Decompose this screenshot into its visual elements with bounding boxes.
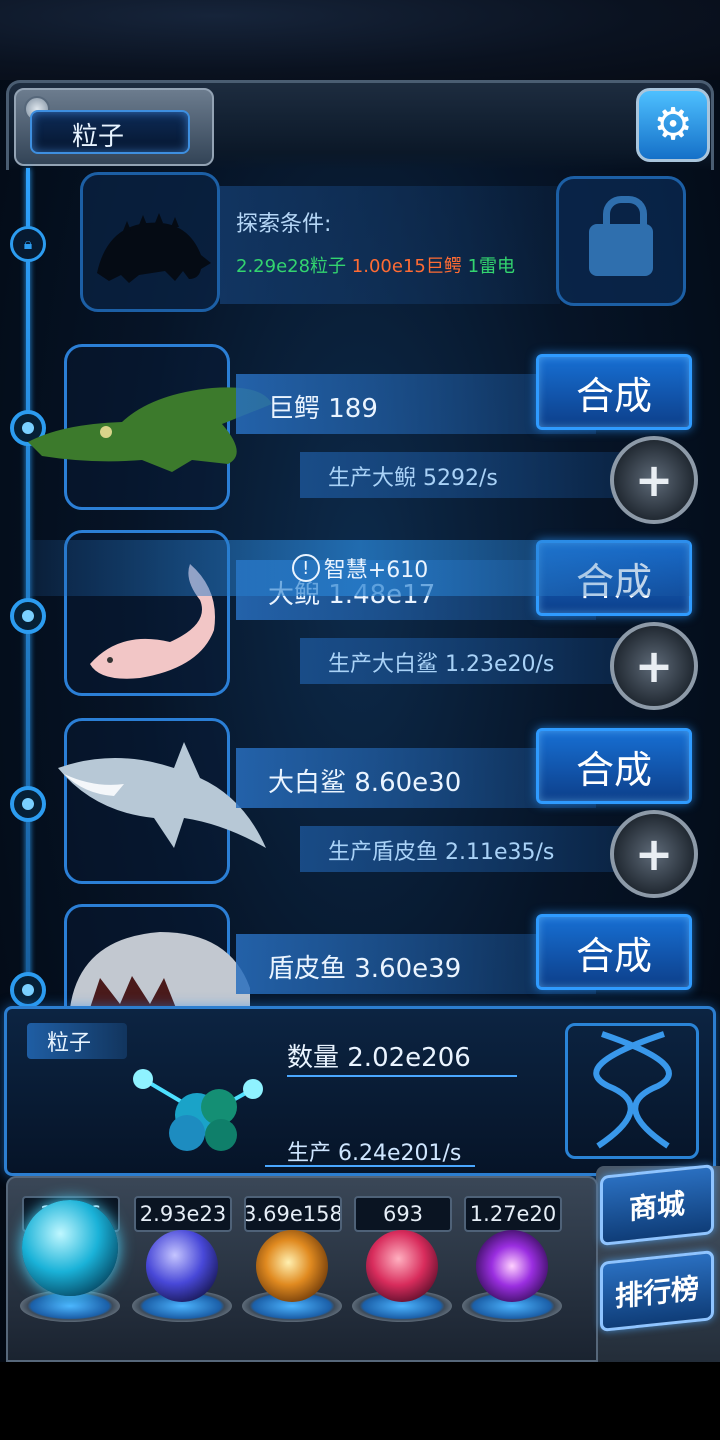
tab-value-galaxy: 3.69e158 (244, 1196, 342, 1232)
creature-production: 生产大鲵 5292/s (328, 466, 498, 491)
locked-creature-row: 探索条件: 2.29e28粒子 1.00e15巨鳄 1雷电 (80, 172, 690, 312)
settings-button[interactable]: ⚙ (636, 88, 710, 162)
add-button[interactable]: + (610, 810, 698, 898)
synthesize-button[interactable]: 合成 (536, 354, 692, 430)
rail-node (10, 786, 46, 822)
title-plate: 粒子 (14, 88, 214, 166)
tab-thunder-orb[interactable] (146, 1230, 218, 1302)
synthesize-button[interactable]: 合成 (536, 728, 692, 804)
req-thunder: 1雷电 (467, 256, 516, 277)
explore-lock-button[interactable] (556, 176, 686, 306)
shop-button[interactable]: 商城 (600, 1164, 714, 1246)
resource-panel: 粒子 数量 2.02e206 生产 6.24e201/s (4, 1006, 716, 1176)
rail-lock-icon: 🔒︎ (10, 226, 46, 262)
tab-value-vortex: 1.27e20 (464, 1196, 562, 1232)
add-button[interactable]: + (610, 436, 698, 524)
tab-vortex-orb[interactable] (476, 1230, 548, 1302)
resource-production: 生产 6.24e201/s (287, 1141, 462, 1166)
bottom-bar (0, 1362, 720, 1440)
creature-name: 大白鲨 8.60e30 (268, 768, 462, 798)
plus-icon: + (634, 453, 674, 507)
explore-requirements: 2.29e28粒子 1.00e15巨鳄 1雷电 (236, 252, 515, 278)
tab-brain-orb[interactable] (366, 1230, 438, 1302)
ankylosaur-silhouette-icon (97, 213, 211, 283)
divider (265, 1165, 475, 1167)
creature-row: 大白鲨 8.60e30 生产盾皮鱼 2.11e35/s 合成 + (58, 718, 700, 898)
creature-row: 巨鳄 189 生产大鲵 5292/s 合成 + (28, 344, 700, 524)
tab-particles-orb[interactable] (22, 1200, 118, 1296)
silhouette-portrait (80, 172, 220, 312)
alert-icon: ! (291, 554, 320, 582)
dna-icon (565, 1023, 699, 1159)
tab-value-brain: 693 (354, 1196, 452, 1232)
tab-galaxy-orb[interactable] (256, 1230, 328, 1302)
tab-value-thunder: 2.93e23 (134, 1196, 232, 1232)
explore-title: 探索条件: (236, 212, 332, 237)
gear-icon: ⚙ (653, 99, 693, 150)
resource-tag: 粒子 (27, 1023, 127, 1059)
game-screen: 粒子 ⚙ 🔒︎ 探索条件: 2.29e28粒子 1.00e15巨鳄 1雷电 巨鳄… (0, 0, 720, 1440)
creature-production: 生产大白鲨 1.23e20/s (328, 652, 555, 677)
plus-icon: + (634, 827, 674, 881)
req-croc: 1.00e15巨鳄 (351, 256, 462, 277)
synthesize-button[interactable]: 合成 (536, 914, 692, 990)
space-backdrop (0, 0, 720, 80)
req-particles: 2.29e28粒子 (236, 256, 347, 277)
explore-band (220, 186, 560, 304)
page-title: 粒子 (72, 122, 125, 152)
ranking-button[interactable]: 排行榜 (600, 1250, 714, 1332)
armored-fish-icon (70, 932, 250, 1008)
gain-toast: ! 智慧+610 (30, 540, 690, 596)
rail-node (10, 972, 46, 1008)
particle-molecule-icon (133, 1069, 263, 1151)
add-button[interactable]: + (610, 622, 698, 710)
resource-count: 数量 2.02e206 (287, 1043, 471, 1073)
rail-node (10, 598, 46, 634)
creature-name: 盾皮鱼 3.60e39 (268, 954, 462, 984)
lock-icon (589, 196, 653, 276)
plus-icon: + (634, 639, 674, 693)
toast-text: 智慧+610 (323, 558, 429, 583)
creature-name: 巨鳄 189 (268, 394, 378, 424)
creature-production: 生产盾皮鱼 2.11e35/s (328, 840, 555, 865)
divider (287, 1075, 517, 1077)
